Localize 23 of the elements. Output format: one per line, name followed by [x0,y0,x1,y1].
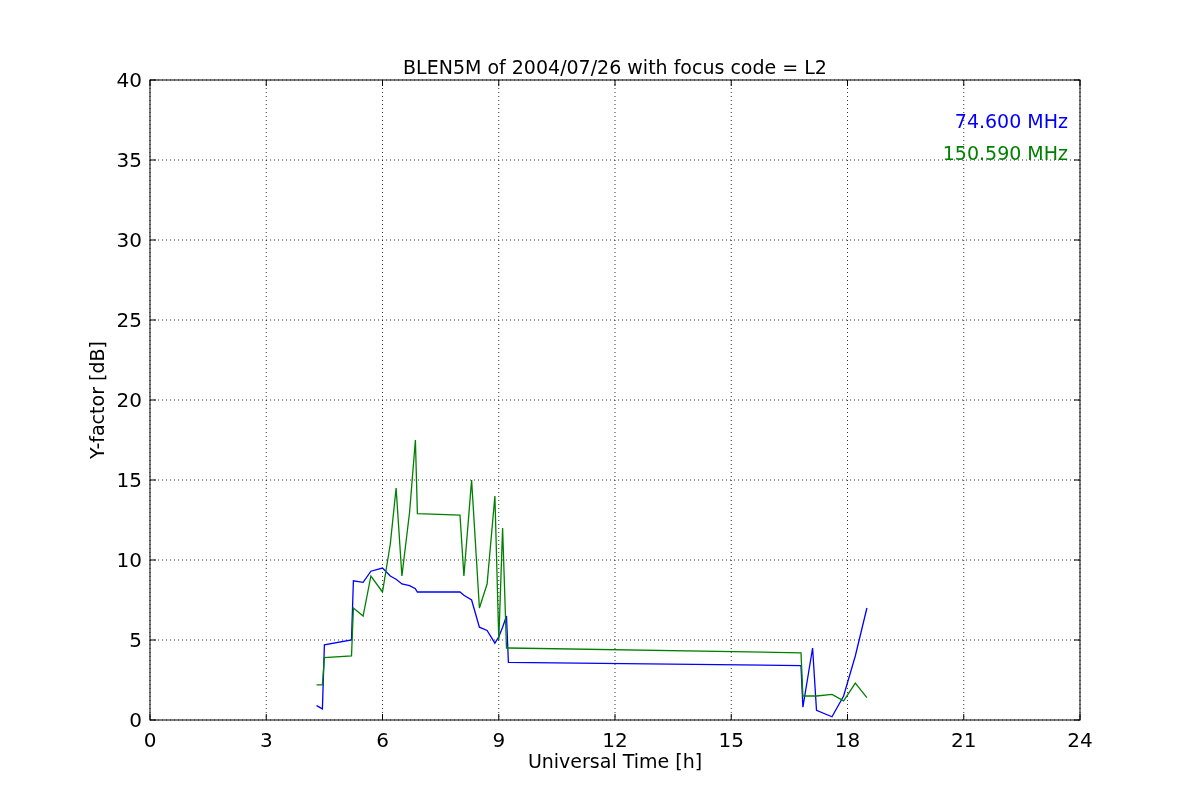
x-tick-label: 0 [143,728,157,752]
y-tick-label: 40 [116,68,142,92]
legend-label: 150.590 MHz [942,142,1068,164]
y-tick-label: 35 [116,148,142,172]
x-tick-label: 15 [718,728,744,752]
y-tick-label: 0 [129,708,142,732]
x-tick-label: 3 [259,728,273,752]
y-tick-label: 5 [129,628,142,652]
x-tick-label: 6 [376,728,389,752]
legend-label: 74.600 MHz [954,110,1068,132]
x-tick-label: 21 [951,728,977,752]
x-tick-label: 12 [602,728,628,752]
y-axis-label: Y-factor [dB] [86,341,108,459]
x-axis-label: Universal Time [h] [527,750,703,772]
x-tick-label: 18 [834,728,861,752]
x-tick-label: 24 [1067,728,1093,752]
y-tick-label: 15 [116,468,142,492]
x-tick-label: 9 [492,728,506,752]
y-tick-label: 20 [116,388,142,412]
y-tick-label: 10 [116,548,142,572]
y-tick-label: 30 [116,228,142,252]
chart-title: BLEN5M of 2004/07/26 with focus code = L2 [403,56,827,78]
y-tick-label: 25 [116,308,142,332]
